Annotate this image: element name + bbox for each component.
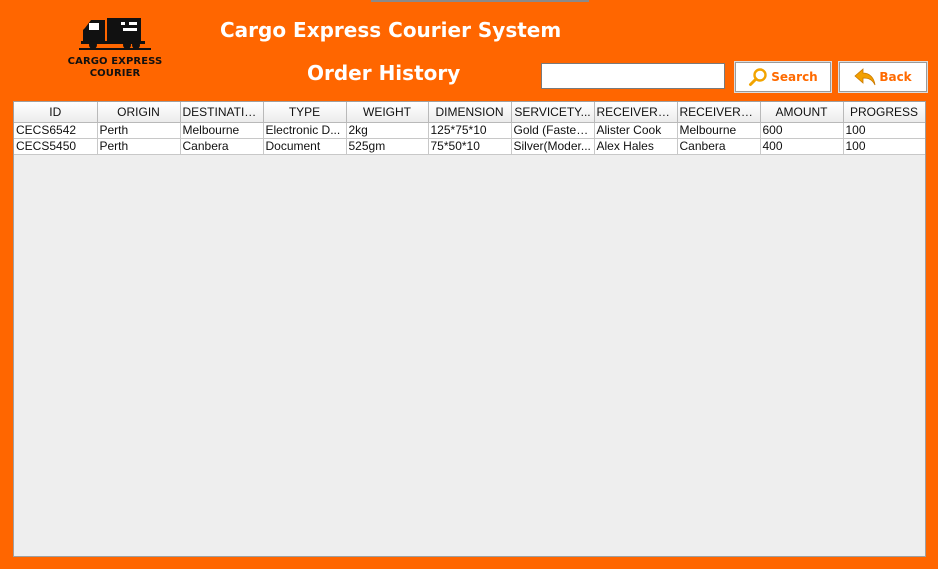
cell-weight[interactable]: 2kg bbox=[346, 122, 429, 139]
logo-text-line2: COURIER bbox=[89, 68, 141, 79]
order-history-table-panel[interactable]: ID ORIGIN DESTINATION TYPE WEIGHT DIMENS… bbox=[13, 101, 926, 557]
app-window: CARGO EXPRESS COURIER Cargo Express Cour… bbox=[0, 0, 938, 569]
magnifier-icon bbox=[749, 68, 767, 86]
table-row[interactable]: CECS5450 Perth Canbera Document 525gm 75… bbox=[14, 138, 925, 155]
column-header-service-type[interactable]: SERVICETY... bbox=[511, 102, 595, 123]
cell-dimension[interactable]: 125*75*10 bbox=[428, 122, 512, 139]
column-header-id[interactable]: ID bbox=[14, 102, 98, 123]
app-title: Cargo Express Courier System bbox=[220, 18, 562, 42]
cell-type[interactable]: Document bbox=[263, 138, 347, 155]
column-header-progress[interactable]: PROGRESS bbox=[843, 102, 925, 123]
column-header-destination[interactable]: DESTINATION bbox=[180, 102, 264, 123]
column-header-receiver-name[interactable]: RECEIVERN... bbox=[594, 102, 678, 123]
table-header-row: ID ORIGIN DESTINATION TYPE WEIGHT DIMENS… bbox=[14, 102, 925, 123]
cell-origin[interactable]: Perth bbox=[97, 122, 181, 139]
cell-id[interactable]: CECS5450 bbox=[14, 138, 98, 155]
back-button[interactable]: Back bbox=[838, 61, 928, 93]
cell-destination[interactable]: Canbera bbox=[180, 138, 264, 155]
cell-receiver-name[interactable]: Alister Cook bbox=[594, 122, 678, 139]
back-button-label: Back bbox=[879, 70, 912, 84]
search-button-label: Search bbox=[771, 70, 818, 84]
cell-id[interactable]: CECS6542 bbox=[14, 122, 98, 139]
column-header-amount[interactable]: AMOUNT bbox=[760, 102, 844, 123]
search-button[interactable]: Search bbox=[734, 61, 832, 93]
column-header-origin[interactable]: ORIGIN bbox=[97, 102, 181, 123]
cell-service-type[interactable]: Gold (Fastes... bbox=[511, 122, 595, 139]
cell-receiver-address[interactable]: Canbera bbox=[677, 138, 761, 155]
cell-receiver-name[interactable]: Alex Hales bbox=[594, 138, 678, 155]
cell-amount[interactable]: 600 bbox=[760, 122, 844, 139]
cell-amount[interactable]: 400 bbox=[760, 138, 844, 155]
cell-progress[interactable]: 100 bbox=[843, 138, 925, 155]
truck-icon bbox=[79, 18, 151, 50]
cell-type[interactable]: Electronic D... bbox=[263, 122, 347, 139]
table-row[interactable]: CECS6542 Perth Melbourne Electronic D...… bbox=[14, 122, 925, 139]
page-title: Order History bbox=[307, 61, 461, 85]
window-top-line bbox=[371, 0, 589, 2]
cell-destination[interactable]: Melbourne bbox=[180, 122, 264, 139]
cell-receiver-address[interactable]: Melbourne bbox=[677, 122, 761, 139]
column-header-receiver-address[interactable]: RECEIVERA... bbox=[677, 102, 761, 123]
column-header-dimension[interactable]: DIMENSION bbox=[428, 102, 512, 123]
cell-service-type[interactable]: Silver(Moder... bbox=[511, 138, 595, 155]
cell-origin[interactable]: Perth bbox=[97, 138, 181, 155]
search-input[interactable] bbox=[541, 63, 725, 89]
column-header-type[interactable]: TYPE bbox=[263, 102, 347, 123]
back-arrow-icon bbox=[854, 68, 876, 86]
column-header-weight[interactable]: WEIGHT bbox=[346, 102, 429, 123]
cell-weight[interactable]: 525gm bbox=[346, 138, 429, 155]
cell-dimension[interactable]: 75*50*10 bbox=[428, 138, 512, 155]
company-logo: CARGO EXPRESS COURIER bbox=[60, 14, 170, 94]
order-history-table: ID ORIGIN DESTINATION TYPE WEIGHT DIMENS… bbox=[14, 102, 925, 155]
logo-text-line1: CARGO EXPRESS bbox=[67, 56, 163, 67]
cell-progress[interactable]: 100 bbox=[843, 122, 925, 139]
